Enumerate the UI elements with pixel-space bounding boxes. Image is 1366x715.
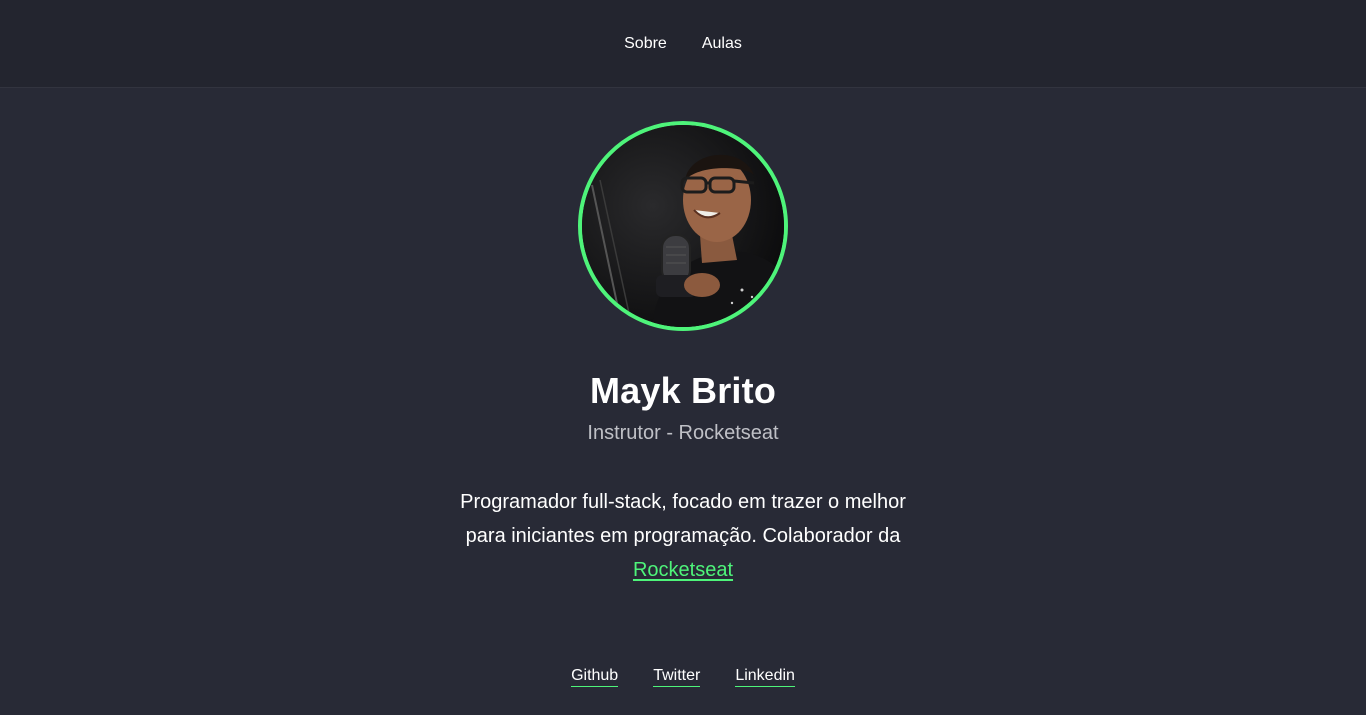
avatar-photo: [582, 125, 784, 327]
top-header: Sobre Aulas: [0, 0, 1366, 88]
linkedin-link[interactable]: Linkedin: [735, 667, 795, 687]
rocketseat-link[interactable]: Rocketseat: [633, 559, 733, 581]
top-nav: Sobre Aulas: [624, 35, 742, 53]
profile-name: Mayk Brito: [589, 370, 777, 411]
social-links: Github Twitter Linkedin: [571, 667, 795, 687]
profile-main: Mayk Brito Instrutor - Rocketseat Progra…: [0, 88, 1366, 687]
twitter-link[interactable]: Twitter: [653, 667, 701, 687]
profile-bio: Programador full-stack, focado em trazer…: [453, 485, 913, 587]
nav-link-sobre[interactable]: Sobre: [624, 35, 667, 53]
nav-link-aulas[interactable]: Aulas: [702, 35, 742, 53]
github-link[interactable]: Github: [571, 667, 619, 687]
bio-text: Programador full-stack, focado em trazer…: [460, 491, 906, 547]
avatar: [578, 121, 788, 331]
profile-role: Instrutor - Rocketseat: [587, 422, 779, 444]
